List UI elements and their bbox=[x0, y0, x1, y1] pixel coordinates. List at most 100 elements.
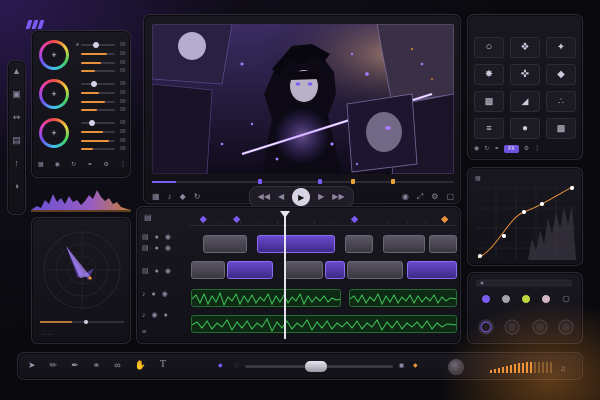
effect-glitch[interactable]: ▩ bbox=[474, 91, 504, 112]
video-clip[interactable] bbox=[285, 261, 323, 279]
gamma-slider-2[interactable] bbox=[81, 92, 115, 94]
layers-icon[interactable]: ▤ bbox=[12, 136, 21, 145]
marker[interactable] bbox=[351, 179, 356, 184]
marker-icon[interactable]: ◆ bbox=[180, 193, 186, 201]
zoom-out-icon[interactable]: ◌ bbox=[234, 362, 239, 370]
link-icon[interactable]: ⚭ bbox=[87, 162, 92, 168]
video-clip[interactable] bbox=[383, 235, 425, 253]
eye-icon[interactable]: ◉ bbox=[162, 291, 168, 298]
text-tool[interactable]: T bbox=[160, 360, 166, 370]
expand-icon[interactable]: ▢ bbox=[446, 193, 454, 201]
lift-slider-3[interactable] bbox=[81, 62, 115, 64]
gamma-slider-4[interactable] bbox=[81, 109, 115, 111]
gain-wheel[interactable]: + bbox=[39, 118, 69, 148]
marker[interactable] bbox=[318, 179, 323, 184]
marker[interactable] bbox=[257, 179, 262, 184]
effect-circle[interactable]: ○ bbox=[474, 37, 504, 58]
pen-icon[interactable]: ✏ bbox=[50, 360, 58, 370]
effect-grain[interactable]: ∴ bbox=[546, 91, 576, 112]
grid-icon[interactable]: ▦ bbox=[38, 162, 44, 168]
loop-icon[interactable]: ↻ bbox=[194, 193, 201, 201]
more-icon[interactable]: ⋮ bbox=[534, 146, 540, 152]
playhead[interactable] bbox=[280, 211, 290, 339]
pointer-icon[interactable]: ▲ bbox=[12, 67, 21, 76]
audio-clip[interactable] bbox=[349, 289, 457, 307]
preview-image[interactable] bbox=[152, 24, 454, 174]
upload-icon[interactable]: ↑ bbox=[14, 159, 19, 168]
lift-slider-1[interactable] bbox=[81, 42, 115, 48]
link-icon[interactable]: ⚭ bbox=[494, 146, 499, 152]
settings-icon[interactable]: ⚙ bbox=[103, 162, 108, 168]
solo-icon[interactable]: ● bbox=[164, 312, 168, 319]
eye-icon[interactable]: ◉ bbox=[165, 268, 171, 275]
eye-icon[interactable]: ◉ bbox=[165, 245, 171, 252]
volume-icon[interactable]: ♪ bbox=[168, 193, 172, 201]
gamma-slider-3[interactable] bbox=[81, 101, 115, 103]
effect-gradient[interactable]: ◢ bbox=[510, 91, 540, 112]
video-clip[interactable] bbox=[203, 235, 247, 253]
effect-streak[interactable]: ❖ bbox=[510, 37, 540, 58]
timeline-menu-icon[interactable]: ▤ bbox=[144, 214, 152, 222]
curve-graph[interactable]: ▦ bbox=[468, 168, 584, 267]
brush-icon[interactable]: ✒ bbox=[71, 360, 79, 370]
zoom-in-icon[interactable]: ■ bbox=[399, 362, 404, 370]
marker[interactable] bbox=[390, 179, 395, 184]
mute-icon[interactable]: ◉ bbox=[152, 312, 158, 319]
select-icon[interactable]: ➤ bbox=[28, 360, 36, 370]
video-clip[interactable] bbox=[227, 261, 273, 279]
gain-slider-3[interactable] bbox=[81, 140, 115, 142]
crop-icon[interactable]: ▣ bbox=[12, 90, 21, 99]
lift-slider-2[interactable] bbox=[81, 53, 115, 55]
hand-icon[interactable]: ✋ bbox=[135, 360, 146, 370]
gamma-wheel[interactable]: + bbox=[39, 79, 69, 109]
video-clip[interactable] bbox=[407, 261, 457, 279]
step-forward-icon[interactable]: ▶ bbox=[318, 193, 324, 201]
video-clip[interactable] bbox=[429, 235, 457, 253]
lift-wheel[interactable]: + bbox=[39, 40, 69, 70]
effects-active-tab[interactable]: FX bbox=[504, 145, 519, 153]
gamma-slider-1[interactable] bbox=[81, 81, 115, 87]
skip-back-icon[interactable]: ◀◀ bbox=[258, 193, 270, 201]
chain-icon[interactable]: ∞ bbox=[114, 360, 120, 370]
skip-forward-icon[interactable]: ▶▶ bbox=[332, 193, 344, 201]
reset-icon[interactable]: ↻ bbox=[71, 162, 76, 168]
play-button[interactable]: ▶ bbox=[292, 188, 311, 206]
more-icon[interactable]: ⋮ bbox=[120, 162, 126, 168]
video-clip[interactable] bbox=[325, 261, 345, 279]
video-clip[interactable] bbox=[345, 235, 373, 253]
link-icon[interactable]: ⚭ bbox=[93, 360, 101, 370]
grid-icon[interactable]: ▦ bbox=[152, 193, 160, 201]
volume-knob[interactable] bbox=[448, 359, 464, 375]
effect-slash[interactable]: ✜ bbox=[510, 64, 540, 85]
transform-icon[interactable]: ↭ bbox=[13, 113, 21, 122]
camera-icon[interactable]: ◉ bbox=[402, 193, 409, 201]
effect-flare[interactable]: ✦ bbox=[546, 37, 576, 58]
audio-clip[interactable] bbox=[191, 315, 457, 333]
lock-icon[interactable]: ● bbox=[155, 268, 159, 275]
effect-shard[interactable]: ◆ bbox=[546, 64, 576, 85]
settings-icon[interactable]: ⚙ bbox=[431, 193, 438, 201]
video-clip[interactable] bbox=[191, 261, 225, 279]
lock-icon[interactable]: ● bbox=[155, 245, 159, 252]
zoom-slider[interactable] bbox=[244, 360, 394, 372]
zoom-knob[interactable] bbox=[304, 360, 327, 372]
step-back-icon[interactable]: ◀ bbox=[278, 193, 284, 201]
fullscreen-icon[interactable]: ⤢ bbox=[417, 193, 423, 201]
lift-slider-4[interactable] bbox=[81, 70, 115, 72]
audio-icon[interactable]: ◑ bbox=[14, 182, 19, 191]
lock-icon[interactable]: ● bbox=[152, 291, 156, 298]
effect-burst[interactable]: ✸ bbox=[474, 64, 504, 85]
video-clip[interactable] bbox=[347, 261, 403, 279]
eye-icon[interactable]: ◉ bbox=[474, 146, 479, 152]
gain-slider-2[interactable] bbox=[81, 131, 115, 133]
video-clip[interactable] bbox=[257, 235, 335, 253]
settings-icon[interactable]: ⚙ bbox=[524, 146, 529, 152]
gain-slider-1[interactable] bbox=[81, 120, 115, 126]
audio-clip[interactable] bbox=[191, 289, 341, 307]
timeline-ruler[interactable] bbox=[189, 212, 457, 226]
gain-slider-4[interactable] bbox=[81, 148, 115, 150]
effect-orb[interactable]: ● bbox=[510, 118, 540, 139]
preview-scrubber[interactable] bbox=[152, 178, 454, 186]
reset-icon[interactable]: ↻ bbox=[484, 146, 489, 152]
effect-speed[interactable]: ≡ bbox=[474, 118, 504, 139]
